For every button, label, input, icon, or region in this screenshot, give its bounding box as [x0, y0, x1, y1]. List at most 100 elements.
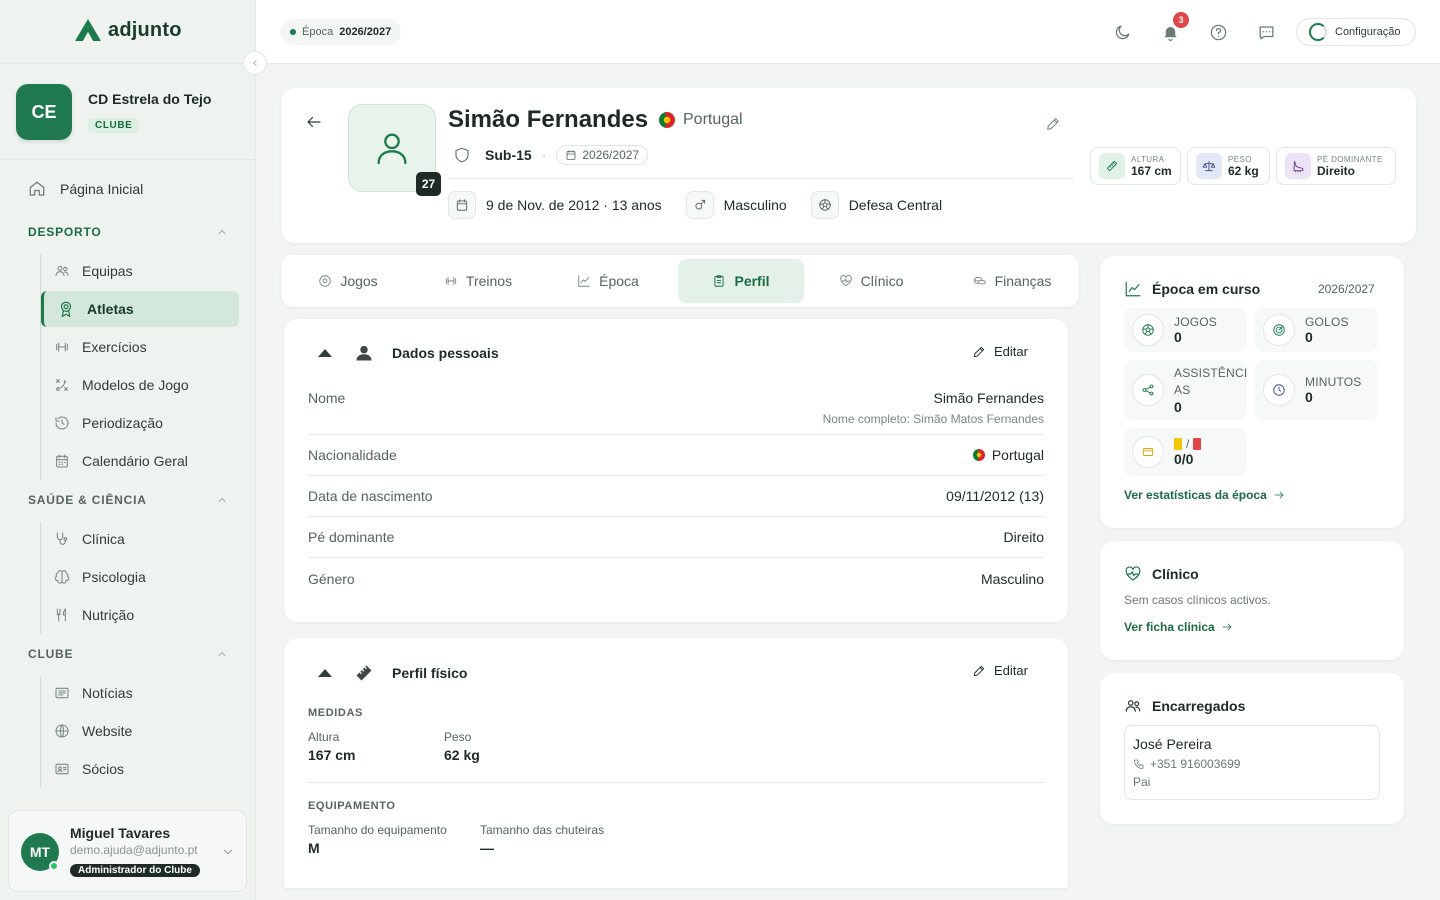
- gender-text: Masculino: [723, 197, 787, 213]
- nav-section-saude[interactable]: SAÚDE & CIÊNCIA: [28, 493, 228, 507]
- edit-pencil-icon[interactable]: [1045, 116, 1061, 132]
- field-label: Tamanho do equipamento: [308, 823, 447, 837]
- calendar-icon: [448, 191, 476, 219]
- physical-profile-card: Perfil físico Editar MEDIDAS Altura 167 …: [284, 638, 1068, 888]
- configuration-button[interactable]: Configuração: [1296, 18, 1416, 46]
- clinical-record-link[interactable]: Ver ficha clínica: [1124, 620, 1233, 634]
- sidebar-item-website[interactable]: Website: [54, 713, 238, 749]
- stat-label: ASSISTÊNCI AS: [1174, 366, 1248, 397]
- card-title: Época em curso: [1152, 281, 1261, 297]
- sidebar: adjunto CE CD Estrela do Tejo CLUBE Pági…: [0, 0, 256, 900]
- height-field: Altura 167 cm: [308, 730, 355, 763]
- line-chart-icon: [1125, 281, 1141, 297]
- guardian-item[interactable]: José Pereira +351 916003699 Pai: [1124, 725, 1380, 800]
- tab-label: Jogos: [340, 273, 378, 289]
- back-arrow-icon[interactable]: [305, 113, 323, 131]
- nav-section-desporto[interactable]: DESPORTO: [28, 225, 228, 239]
- personal-data-header[interactable]: Dados pessoais: [318, 343, 499, 363]
- season-value: 2026/2027: [339, 26, 392, 38]
- guardian-name: José Pereira: [1133, 736, 1212, 752]
- season-stats-link[interactable]: Ver estatísticas da época: [1124, 488, 1285, 502]
- sidebar-item-label: Nutrição: [82, 607, 135, 623]
- clinical-card-header: Clínico: [1124, 565, 1199, 583]
- calendar-icon: [566, 150, 576, 160]
- edit-label: Editar: [994, 663, 1028, 678]
- birth-text: 9 de Nov. de 2012 · 13 anos: [486, 197, 662, 213]
- sidebar-item-periodizacao[interactable]: Periodização: [54, 405, 238, 441]
- nav-section-clube[interactable]: CLUBE: [28, 647, 228, 661]
- sidebar-item-socios[interactable]: Sócios: [54, 751, 238, 787]
- metric-weight: PESO 62 kg: [1187, 147, 1270, 185]
- messages-button[interactable]: [1254, 20, 1278, 44]
- field-value: 62 kg: [444, 747, 480, 763]
- tab-clinico[interactable]: Clínico: [808, 259, 934, 303]
- stat-value: 0/0: [1174, 451, 1194, 467]
- team-name: Sub-15: [485, 147, 532, 163]
- ruler-icon: [1099, 153, 1125, 179]
- progress-ring-icon: [1309, 23, 1327, 41]
- tab-financas[interactable]: Finanças: [949, 259, 1075, 303]
- chevron-left-icon: [253, 60, 257, 66]
- physical-profile-header[interactable]: Perfil físico: [318, 663, 467, 683]
- edit-physical-button[interactable]: Editar: [972, 663, 1028, 678]
- nationality-label: Portugal: [683, 111, 743, 128]
- club-switcher[interactable]: CE CD Estrela do Tejo CLUBE: [16, 84, 211, 140]
- sidebar-item-modelos-de-jogo[interactable]: Modelos de Jogo: [54, 367, 238, 403]
- personal-data-card: Dados pessoais Editar Nome Simão Fernand…: [284, 319, 1068, 622]
- collapse-sidebar-button[interactable]: [243, 51, 267, 75]
- tab-treinos[interactable]: Treinos: [415, 259, 541, 303]
- divider: [448, 178, 1074, 179]
- tab-jogos[interactable]: Jogos: [285, 259, 411, 303]
- sidebar-item-psicologia[interactable]: Psicologia: [54, 559, 238, 595]
- season-chip-label: 2026/2027: [582, 148, 640, 162]
- jersey-number: 27: [416, 172, 441, 196]
- tab-perfil[interactable]: Perfil: [678, 259, 804, 303]
- stat-label: JOGOS: [1174, 315, 1218, 329]
- tab-label: Finanças: [994, 273, 1052, 289]
- field-label: Nacionalidade: [308, 447, 397, 463]
- sidebar-item-equipas[interactable]: Equipas: [54, 253, 238, 289]
- guardians-card: Encarregados José Pereira +351 916003699…: [1100, 673, 1404, 824]
- sidebar-item-nutricao[interactable]: Nutrição: [54, 597, 238, 633]
- user-name: Miguel Tavares: [70, 825, 171, 841]
- sidebar-item-label: Equipas: [82, 263, 133, 279]
- field-value-group: Portugal: [972, 447, 1044, 463]
- field-value: —: [480, 840, 494, 856]
- field-label: Nome: [308, 390, 346, 406]
- theme-toggle-button[interactable]: [1110, 20, 1134, 44]
- card-title: Perfil físico: [392, 665, 468, 681]
- tab-epoca[interactable]: Época: [545, 259, 671, 303]
- arrow-right-icon: [1274, 491, 1284, 499]
- collapse-triangle-icon: [318, 349, 332, 357]
- nav-home[interactable]: Página Inicial: [28, 180, 143, 198]
- gender-info: Masculino: [685, 191, 787, 219]
- row-nome: Nome Simão Fernandes Nome completo: Simã…: [308, 382, 1044, 435]
- online-status-dot: [49, 861, 59, 871]
- tab-label: Época: [599, 273, 639, 289]
- separator: ·: [541, 147, 547, 163]
- sidebar-item-clinica[interactable]: Clínica: [54, 521, 238, 557]
- sidebar-item-calendario-geral[interactable]: Calendário Geral: [54, 443, 238, 479]
- season-stats-card: Época em curso 2026/2027 JOGOS 0 GOLOS 0 A…: [1100, 256, 1404, 528]
- sidebar-item-label: Exercícios: [82, 339, 147, 355]
- player-nationality: Portugal: [659, 111, 743, 129]
- kit-size-field: Tamanho do equipamento M: [308, 823, 447, 856]
- moon-icon: [1115, 25, 1129, 39]
- metric-value: 62 kg: [1228, 163, 1259, 178]
- field-label: Tamanho das chuteiras: [480, 823, 605, 837]
- boot-icon: [1285, 153, 1311, 179]
- field-value: Direito: [1003, 529, 1044, 545]
- club-avatar: CE: [16, 84, 72, 140]
- edit-personal-button[interactable]: Editar: [972, 344, 1028, 359]
- stat-cards: / 0/0: [1124, 428, 1247, 476]
- sidebar-item-noticias[interactable]: Notícias: [54, 675, 238, 711]
- sidebar-item-exercicios[interactable]: Exercícios: [54, 329, 238, 365]
- nav-section-title: CLUBE: [28, 647, 74, 661]
- app-logo[interactable]: adjunto: [74, 18, 182, 42]
- user-menu[interactable]: MT Miguel Tavares demo.ajuda@adjunto.pt …: [8, 810, 247, 892]
- season-card-header: Época em curso: [1124, 280, 1260, 298]
- season-indicator[interactable]: Época 2026/2027: [280, 19, 402, 45]
- sidebar-item-atletas[interactable]: Atletas: [41, 291, 239, 327]
- measures-section-label: MEDIDAS: [308, 707, 363, 719]
- help-button[interactable]: [1206, 20, 1230, 44]
